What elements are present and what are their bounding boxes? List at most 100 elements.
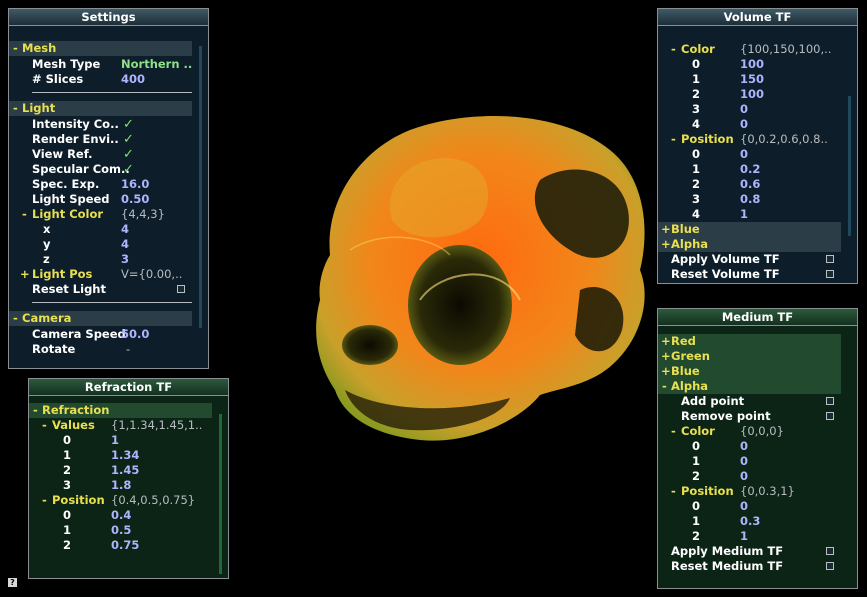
volume-position-row[interactable]: - Position {0,0.2,0.6,0.8.. [658,132,848,147]
settings-title: Settings [9,9,208,26]
collapse-icon: - [22,207,27,221]
list-item[interactable]: 4 0 [658,117,848,132]
volume-color-row[interactable]: - Color {100,150,100,.. [658,42,848,57]
button-box-icon [826,412,834,420]
volume-alpha-group[interactable]: + Alpha [658,237,841,252]
light-y-row[interactable]: y 4 [9,237,199,252]
light-group-header[interactable]: - Light [9,101,192,116]
list-item[interactable]: 2 0.75 [29,538,219,553]
expand-icon: + [661,334,671,348]
collapse-icon: - [13,101,18,115]
view-ref-toggle[interactable]: View Ref. ✓ [9,147,199,162]
list-item[interactable]: 0 1 [29,433,219,448]
volume-blue-group[interactable]: + Blue [658,222,841,237]
list-item[interactable]: 3 1.8 [29,478,219,493]
medium-tf-panel: Medium TF + Red + Green + Blue - Alpha A… [657,308,858,589]
list-item[interactable]: 1 0 [658,454,848,469]
reset-volume-tf-button[interactable]: Reset Volume TF [658,267,848,282]
camera-speed-row[interactable]: Camera Speed 50.0 [9,327,199,342]
button-box-icon [826,547,834,555]
list-item[interactable]: 1 0.5 [29,523,219,538]
apply-volume-tf-button[interactable]: Apply Volume TF [658,252,848,267]
collapse-icon: - [671,484,676,498]
expand-icon: + [661,237,671,251]
rotate-row[interactable]: Rotate - [9,342,199,357]
skull-model [316,116,645,441]
collapse-icon: - [42,493,47,507]
button-box-icon [826,562,834,570]
refraction-tf-panel: Refraction TF - Refraction - Values {1,1… [28,378,229,579]
mesh-type-value: Northern .. [121,57,193,71]
medium-red-group[interactable]: + Red [658,334,841,349]
list-item[interactable]: 2 1.45 [29,463,219,478]
check-icon: ✓ [123,162,134,177]
medium-title: Medium TF [658,309,857,326]
intensity-toggle[interactable]: Intensity Co.. ✓ [9,117,199,132]
slices-value: 400 [121,72,146,86]
list-item[interactable]: 2 0.6 [658,177,848,192]
volume-tf-panel: Volume TF - Color {100,150,100,.. 0 100 … [657,8,858,284]
list-item[interactable]: 1 150 [658,72,848,87]
list-item[interactable]: 0 0 [658,499,848,514]
button-box-icon [826,270,834,278]
list-item[interactable]: 1 0.3 [658,514,848,529]
help-icon[interactable]: ? [8,578,17,587]
medium-color-row[interactable]: - Color {0,0,0} [658,424,848,439]
list-item[interactable]: 4 1 [658,207,848,222]
reset-light-button[interactable]: Reset Light [9,282,199,297]
list-item[interactable]: 1 0.2 [658,162,848,177]
refraction-scrollbar[interactable] [219,414,222,574]
medium-green-group[interactable]: + Green [658,349,841,364]
collapse-icon: - [42,418,47,432]
refraction-title: Refraction TF [29,379,228,396]
expand-icon: + [661,364,671,378]
collapse-icon: - [13,311,18,325]
remove-point-button[interactable]: Remove point [658,409,848,424]
medium-position-row[interactable]: - Position {0,0.3,1} [658,484,848,499]
check-icon: ✓ [123,117,134,132]
list-item[interactable]: 1 1.34 [29,448,219,463]
light-speed-row[interactable]: Light Speed 0.50 [9,192,199,207]
list-item[interactable]: 3 0 [658,102,848,117]
spec-exp-row[interactable]: Spec. Exp. 16.0 [9,177,199,192]
collapse-icon: - [13,41,18,55]
volume-scrollbar[interactable] [848,96,851,236]
list-item[interactable]: 0 0 [658,439,848,454]
settings-panel: Settings - Mesh Mesh Type Northern .. # … [8,8,209,369]
volume-title: Volume TF [658,9,857,26]
list-item[interactable]: 3 0.8 [658,192,848,207]
light-z-row[interactable]: z 3 [9,252,199,267]
list-item[interactable]: 0 100 [658,57,848,72]
list-item[interactable]: 2 100 [658,87,848,102]
camera-group-header[interactable]: - Camera [9,311,192,326]
light-color-row[interactable]: - Light Color {4,4,3} [9,207,199,222]
apply-medium-tf-button[interactable]: Apply Medium TF [658,544,848,559]
collapse-icon: - [671,424,676,438]
add-point-button[interactable]: Add point [658,394,848,409]
light-pos-row[interactable]: + Light Pos V={0.00,.. [9,267,199,282]
separator [32,92,192,93]
refraction-group-header[interactable]: - Refraction [29,403,212,418]
medium-blue-group[interactable]: + Blue [658,364,841,379]
list-item[interactable]: 2 1 [658,529,848,544]
specular-toggle[interactable]: Specular Com.. ✓ [9,162,199,177]
refraction-position-row[interactable]: - Position {0.4,0.5,0.75} [29,493,219,508]
render-env-toggle[interactable]: Render Envi.. ✓ [9,132,199,147]
check-icon: ✓ [123,132,134,147]
refraction-values-row[interactable]: - Values {1,1.34,1.45,1.. [29,418,219,433]
light-x-row[interactable]: x 4 [9,222,199,237]
list-item[interactable]: 0 0 [658,147,848,162]
list-item[interactable]: 2 0 [658,469,848,484]
settings-scrollbar[interactable] [199,46,202,328]
collapse-icon: - [33,403,38,417]
expand-icon: + [661,222,671,236]
button-box-icon [826,255,834,263]
slices-row[interactable]: # Slices 400 [9,72,199,87]
button-box-icon [177,285,185,293]
mesh-type-row[interactable]: Mesh Type Northern .. [9,57,199,72]
mesh-group-header[interactable]: - Mesh [9,41,192,56]
medium-alpha-group[interactable]: - Alpha [658,379,841,394]
reset-medium-tf-button[interactable]: Reset Medium TF [658,559,848,574]
list-item[interactable]: 0 0.4 [29,508,219,523]
expand-icon: + [661,349,671,363]
